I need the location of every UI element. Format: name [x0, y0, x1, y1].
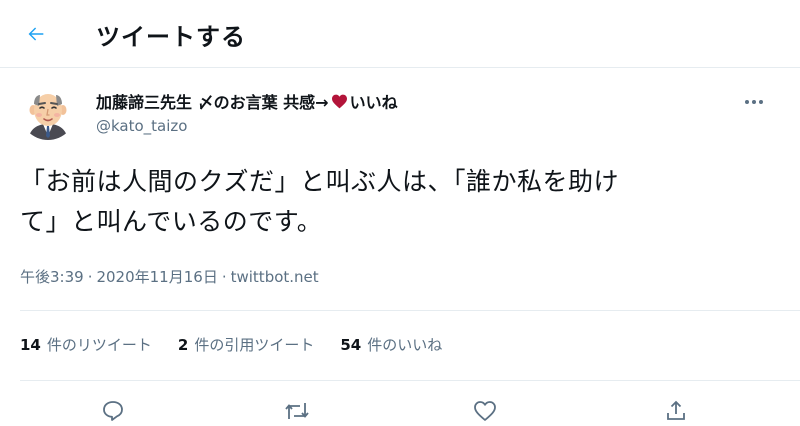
- tweet-source[interactable]: twittbot.net: [231, 268, 319, 286]
- display-name-text: 加藤諦三先生 〆のお言葉 共感→: [96, 93, 329, 112]
- tweet-meta: 午後3:39 · 2020年11月16日 · twittbot.net: [20, 266, 319, 287]
- likes-label: 件のいいね: [367, 336, 443, 354]
- tweet-text-line: て」と叫んでいるのです。: [20, 207, 323, 236]
- like-button[interactable]: [470, 396, 500, 426]
- avatar-illustration: [20, 84, 76, 140]
- share-icon: [667, 400, 685, 420]
- tweet-text-line: 「お前は人間のクズだ」と叫ぶ人は、「誰か私を助け: [20, 167, 620, 196]
- retweets-label: 件のリツイート: [46, 336, 152, 354]
- top-bar: ツイートする: [0, 0, 800, 68]
- more-options-button[interactable]: [738, 88, 770, 116]
- avatar[interactable]: [20, 84, 76, 140]
- retweet-button[interactable]: [282, 396, 312, 426]
- meta-separator: ·: [221, 268, 227, 286]
- retweet-icon: [285, 403, 309, 419]
- meta-separator: ·: [87, 268, 93, 286]
- reply-button[interactable]: [98, 396, 128, 426]
- heart-emoji-icon: [331, 94, 347, 108]
- quotes-count: 2: [177, 336, 189, 354]
- retweets-stat[interactable]: 14 件のリツイート: [20, 334, 152, 355]
- divider: [20, 310, 800, 311]
- likes-count: 54: [340, 336, 362, 354]
- reply-icon: [103, 401, 123, 421]
- display-name-suffix: いいね: [349, 93, 398, 112]
- display-name[interactable]: 加藤諦三先生 〆のお言葉 共感→ いいね: [96, 89, 398, 113]
- user-handle[interactable]: @kato_taizo: [96, 117, 187, 135]
- tweet-time[interactable]: 午後3:39: [20, 268, 84, 286]
- arrow-left-icon: [28, 27, 44, 41]
- tweet-stats: 14 件のリツイート 2 件の引用ツイート 54 件のいいね: [20, 334, 468, 355]
- back-button[interactable]: [18, 16, 54, 52]
- quotes-label: 件の引用ツイート: [194, 336, 315, 354]
- share-button[interactable]: [661, 396, 691, 426]
- divider: [20, 380, 800, 381]
- retweets-count: 14: [20, 336, 41, 354]
- quotes-stat[interactable]: 2 件の引用ツイート: [178, 334, 314, 355]
- likes-stat[interactable]: 54 件のいいね: [340, 334, 442, 355]
- page-title: ツイートする: [96, 23, 246, 51]
- tweet-date[interactable]: 2020年11月16日: [96, 268, 217, 286]
- more-dots-icon: [745, 100, 763, 104]
- tweet-text: 「お前は人間のクズだ」と叫ぶ人は、「誰か私を助け て」と叫んでいるのです。: [20, 162, 790, 242]
